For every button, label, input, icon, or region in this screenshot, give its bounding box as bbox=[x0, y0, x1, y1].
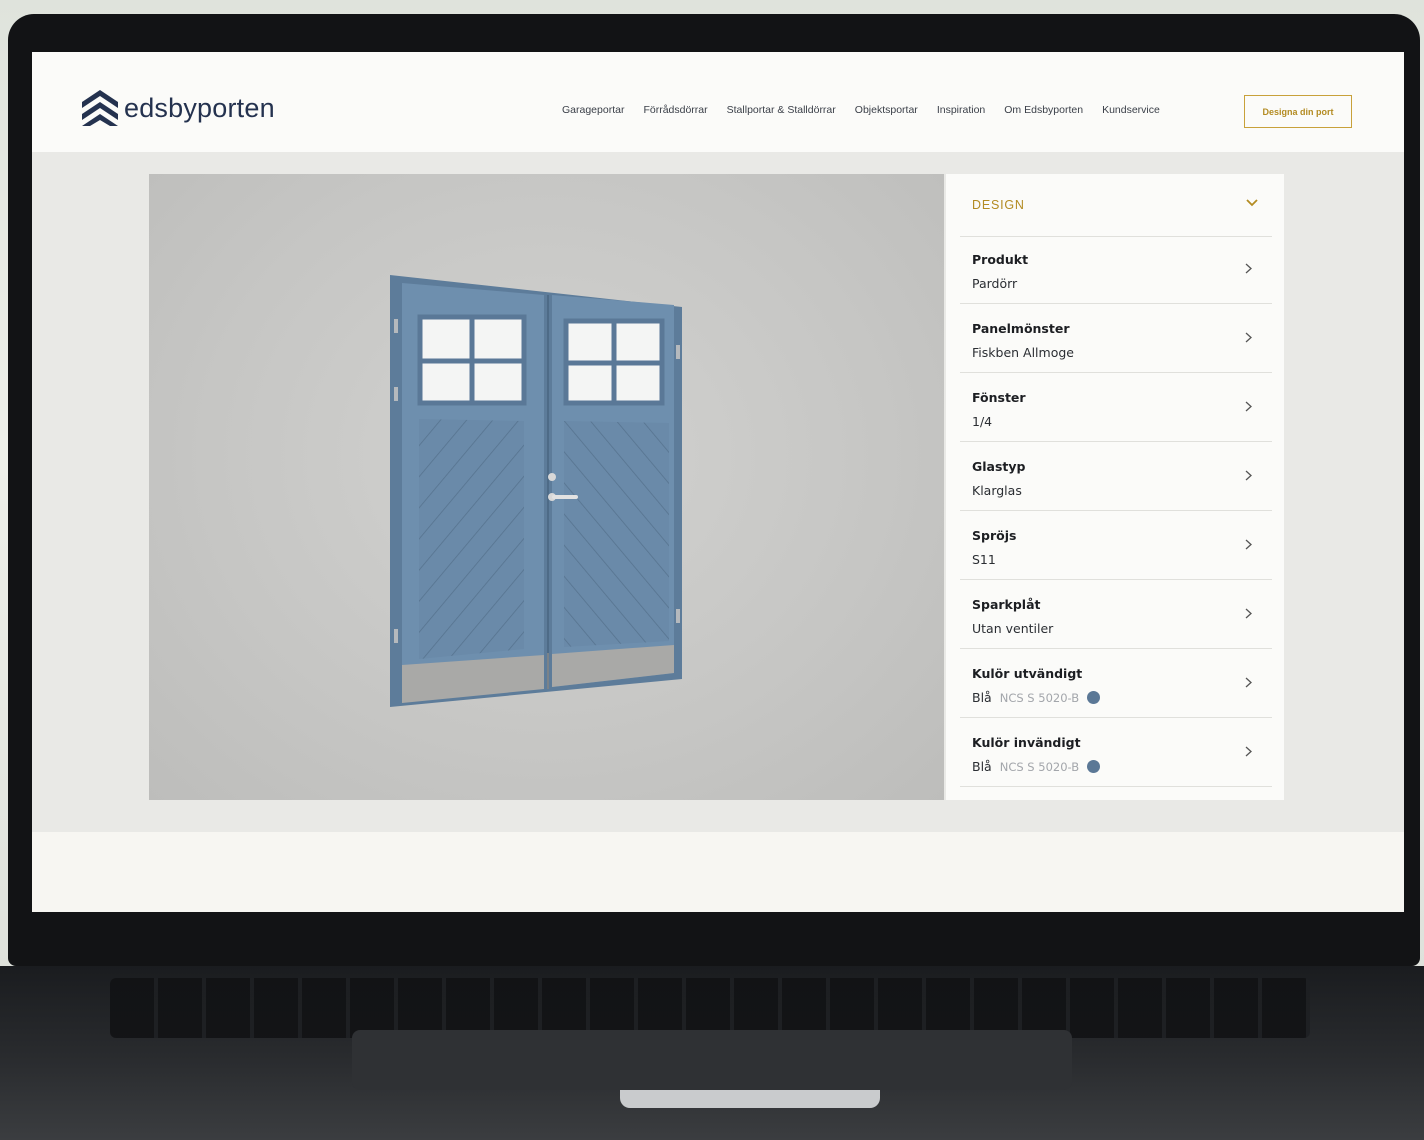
option-row-color-interior[interactable]: Kulör invändigt Blå NCS S 5020-B bbox=[960, 719, 1272, 787]
chevron-right-icon bbox=[1245, 539, 1252, 550]
browser-screen: edsbyporten Garageportar Förrådsdörrar S… bbox=[32, 52, 1404, 912]
door-3d-viewer[interactable] bbox=[149, 174, 944, 800]
option-row-product[interactable]: Produkt Pardörr bbox=[960, 236, 1272, 304]
chevron-right-icon bbox=[1245, 677, 1252, 688]
nav-item-om-edsbyporten[interactable]: Om Edsbyporten bbox=[1004, 104, 1083, 116]
logo[interactable]: edsbyporten bbox=[80, 88, 275, 128]
option-value: 1/4 bbox=[972, 414, 993, 429]
main-nav: Garageportar Förrådsdörrar Stallportar &… bbox=[562, 104, 1179, 116]
option-row-panel-pattern[interactable]: Panelmönster Fiskben Allmoge bbox=[960, 305, 1272, 373]
trackpad bbox=[352, 1030, 1072, 1090]
logo-chevron-icon bbox=[82, 90, 118, 126]
keyboard-keys bbox=[110, 978, 1310, 1038]
design-door-button[interactable]: Designa din port bbox=[1244, 95, 1352, 128]
nav-item-kundservice[interactable]: Kundservice bbox=[1102, 104, 1160, 116]
option-row-window[interactable]: Fönster 1/4 bbox=[960, 374, 1272, 442]
option-row-muntin[interactable]: Spröjs S11 bbox=[960, 512, 1272, 580]
option-row-glass-type[interactable]: Glastyp Klarglas bbox=[960, 443, 1272, 511]
option-row-kickplate[interactable]: Sparkplåt Utan ventiler bbox=[960, 581, 1272, 649]
window-right bbox=[563, 318, 665, 406]
design-section-title: DESIGN bbox=[972, 198, 1025, 212]
ncs-code: NCS S 5020-B bbox=[999, 690, 1080, 705]
option-value: Blå NCS S 5020-B bbox=[972, 690, 1101, 705]
option-label: Glastyp bbox=[972, 459, 1026, 474]
option-row-color-exterior[interactable]: Kulör utvändigt Blå NCS S 5020-B bbox=[960, 650, 1272, 718]
nav-item-inspiration[interactable]: Inspiration bbox=[937, 104, 985, 116]
nav-item-objektsportar[interactable]: Objektsportar bbox=[855, 104, 918, 116]
color-swatch bbox=[1087, 760, 1101, 773]
option-value: Fiskben Allmoge bbox=[972, 345, 1074, 360]
design-accordion-header[interactable]: DESIGN bbox=[960, 174, 1272, 237]
configurator: DESIGN Produkt Pardörr Panelmönster Fiskben… bbox=[32, 152, 1404, 832]
chevron-right-icon bbox=[1245, 263, 1252, 274]
chevron-right-icon bbox=[1245, 608, 1252, 619]
option-value: Pardörr bbox=[972, 276, 1018, 291]
options-panel: DESIGN Produkt Pardörr Panelmönster Fiskben… bbox=[946, 174, 1284, 800]
laptop-hinge bbox=[620, 1090, 880, 1108]
chevron-right-icon bbox=[1245, 470, 1252, 481]
ncs-code: NCS S 5020-B bbox=[999, 759, 1080, 774]
option-label: Spröjs bbox=[972, 528, 1017, 543]
logo-text: edsbyporten bbox=[124, 92, 275, 123]
option-label: Produkt bbox=[972, 252, 1029, 267]
option-label: Sparkplåt bbox=[972, 597, 1041, 612]
option-label: Fönster bbox=[972, 390, 1026, 405]
option-value: Blå NCS S 5020-B bbox=[972, 759, 1101, 774]
door-render bbox=[390, 275, 682, 707]
option-label: Panelmönster bbox=[972, 321, 1070, 336]
color-swatch bbox=[1087, 691, 1101, 704]
option-label: Kulör invändigt bbox=[972, 735, 1081, 750]
option-value: S11 bbox=[972, 552, 996, 567]
nav-item-forradsdorrar[interactable]: Förrådsdörrar bbox=[643, 104, 707, 116]
site-header: edsbyporten Garageportar Förrådsdörrar S… bbox=[32, 52, 1404, 152]
option-label: Kulör utvändigt bbox=[972, 666, 1083, 681]
option-value: Klarglas bbox=[972, 483, 1022, 498]
chevron-down-icon bbox=[1246, 199, 1258, 207]
window-left bbox=[417, 314, 527, 406]
chevron-right-icon bbox=[1245, 332, 1252, 343]
chevron-right-icon bbox=[1245, 746, 1252, 757]
option-value: Utan ventiler bbox=[972, 621, 1054, 636]
chevron-right-icon bbox=[1245, 401, 1252, 412]
nav-item-stallportar[interactable]: Stallportar & Stalldörrar bbox=[727, 104, 836, 116]
nav-item-garageportar[interactable]: Garageportar bbox=[562, 104, 624, 116]
